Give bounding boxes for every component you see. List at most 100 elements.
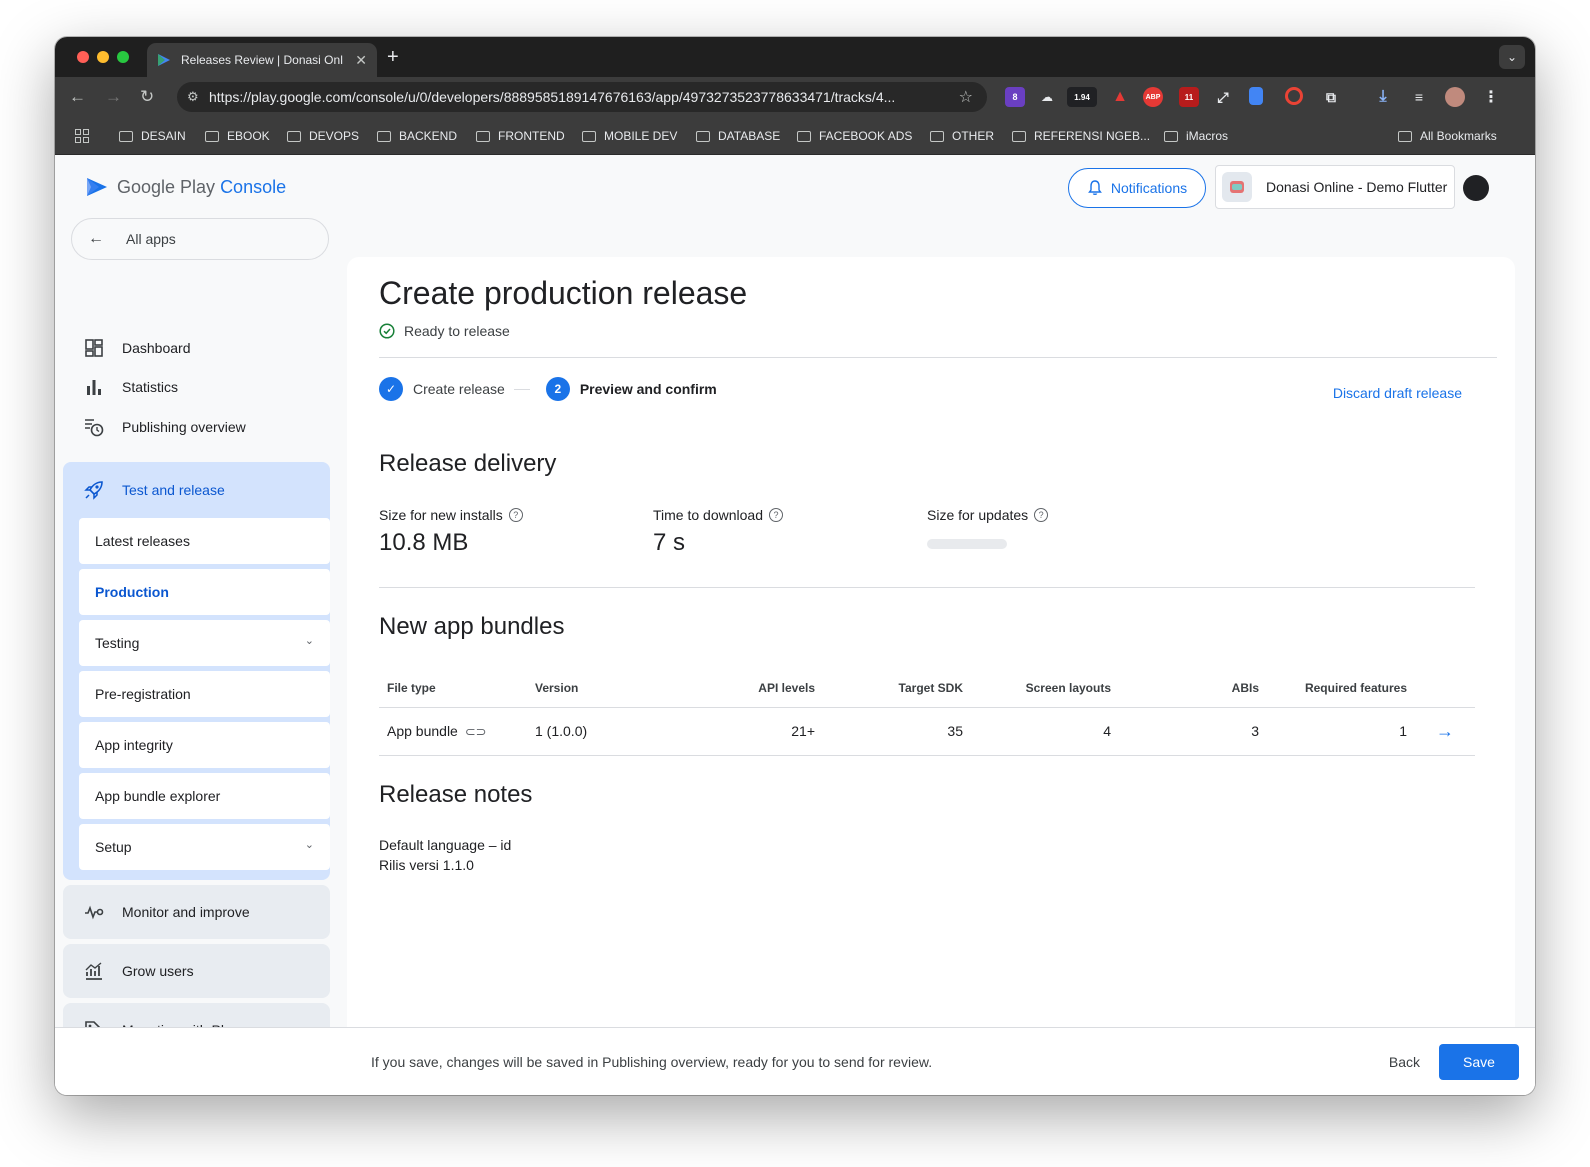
folder-icon: [582, 130, 596, 142]
google-play-console-logo[interactable]: Google Play Console: [85, 175, 286, 199]
browser-window: Releases Review | Donasi Onl ✕ + ⌄ ← → ↻…: [55, 37, 1535, 1095]
bookmark-folder[interactable]: EBOOK: [205, 129, 270, 143]
sidebar-item-app-integrity[interactable]: App integrity: [79, 722, 330, 768]
sidebar-item-statistics[interactable]: Statistics: [83, 376, 178, 398]
tab-search-button[interactable]: ⌄: [1499, 45, 1525, 69]
save-button[interactable]: Save: [1439, 1044, 1519, 1080]
media-control-icon[interactable]: ≡: [1409, 87, 1429, 107]
sidebar-item-pre-registration[interactable]: Pre-registration: [79, 671, 330, 717]
bookmark-folder[interactable]: DATABASE: [696, 129, 780, 143]
extensions-puzzle-icon[interactable]: ⧉: [1321, 87, 1341, 107]
bookmark-label: FRONTEND: [498, 129, 565, 143]
back-arrow-icon[interactable]: ←: [69, 87, 86, 107]
monitor-row: Monitor and improve: [83, 901, 250, 923]
bookmark-folder[interactable]: FRONTEND: [476, 129, 565, 143]
step-1-check-icon[interactable]: ✓: [379, 377, 403, 401]
cell-api-levels: 21+: [675, 707, 823, 756]
all-bookmarks-folder[interactable]: All Bookmarks: [1398, 129, 1497, 143]
arrow-right-icon[interactable]: →: [1415, 707, 1475, 756]
all-apps-label: All apps: [126, 231, 176, 247]
sidebar-item-production[interactable]: Production: [79, 569, 330, 615]
folder-icon: [476, 130, 490, 142]
updates-label: Size for updates: [927, 507, 1029, 523]
discard-draft-link[interactable]: Discard draft release: [1333, 385, 1462, 401]
bookmark-folder[interactable]: MOBILE DEV: [582, 129, 677, 143]
address-bar[interactable]: ⚙ https://play.google.com/console/u/0/de…: [177, 82, 987, 112]
site-settings-icon[interactable]: ⚙: [187, 89, 199, 105]
folder-icon: [287, 130, 301, 142]
minimize-window-button[interactable]: [97, 51, 109, 63]
all-apps-button[interactable]: ← All apps: [71, 218, 329, 260]
bookmark-folder[interactable]: OTHER: [930, 129, 994, 143]
step-2-number: 2: [545, 377, 570, 401]
profile-avatar-icon[interactable]: [1445, 87, 1465, 107]
testing-label: Testing: [95, 635, 140, 651]
app-icon: [1222, 172, 1252, 202]
table-row[interactable]: App bundle ⊂⊃ 1 (1.0.0) 21+ 35 4 3 1 →: [379, 707, 1475, 756]
browser-tab[interactable]: Releases Review | Donasi Onl ✕: [147, 43, 377, 77]
bookmark-folder[interactable]: FACEBOOK ADS: [797, 129, 912, 143]
account-avatar[interactable]: [1463, 175, 1489, 201]
bookmark-folder[interactable]: REFERENSI NGEB...: [1012, 129, 1150, 143]
sidebar-item-dashboard[interactable]: Dashboard: [83, 337, 191, 359]
sidebar-item-setup[interactable]: Setup ⌄: [79, 824, 330, 870]
release-stepper: ✓ Create release 2 Preview and confirm: [379, 377, 717, 401]
adblock-icon[interactable]: ABP: [1143, 87, 1163, 107]
help-icon[interactable]: ?: [1034, 508, 1049, 522]
bookmark-star-icon[interactable]: ☆: [959, 87, 973, 107]
bookmarks-bar: DESAIN EBOOK DEVOPS BACKEND FRONTEND MOBILE D…: [55, 117, 1535, 155]
download-icon[interactable]: ⤓: [1373, 87, 1393, 107]
back-button[interactable]: Back: [1389, 1054, 1420, 1070]
sidebar-item-grow-users[interactable]: Grow users: [63, 944, 330, 998]
sidebar-item-latest-releases[interactable]: Latest releases: [79, 518, 330, 564]
extension-cloud-icon[interactable]: ☁: [1037, 87, 1057, 107]
extension-doc-icon[interactable]: [1249, 87, 1263, 105]
sidebar-item-test-and-release[interactable]: Test and release: [83, 479, 225, 501]
close-window-button[interactable]: [77, 51, 89, 63]
sidebar-item-monitor-and-improve[interactable]: Monitor and improve: [63, 885, 330, 939]
folder-icon: [1398, 130, 1412, 142]
help-icon[interactable]: ?: [508, 508, 523, 522]
folder-icon: [1012, 130, 1026, 142]
app-selector[interactable]: Donasi Online - Demo Flutter: [1215, 165, 1455, 209]
play-console-logo-icon: [87, 178, 107, 196]
monitor-label: Monitor and improve: [122, 904, 250, 920]
bookmark-folder[interactable]: iMacros: [1164, 129, 1228, 143]
col-action: [1415, 669, 1475, 708]
notifications-button[interactable]: Notifications: [1068, 168, 1206, 208]
time-value: 7 s: [653, 529, 686, 556]
sidebar-item-publishing-overview[interactable]: Publishing overview: [83, 416, 246, 438]
expand-icon[interactable]: ⤢: [1213, 87, 1233, 107]
app-integrity-label: App integrity: [95, 737, 173, 753]
maximize-window-button[interactable]: [117, 51, 129, 63]
forward-arrow-icon[interactable]: →: [105, 87, 122, 107]
extension-11-icon[interactable]: 11: [1179, 87, 1199, 107]
bookmark-folder[interactable]: DEVOPS: [287, 129, 359, 143]
close-tab-icon[interactable]: ✕: [355, 52, 367, 69]
reload-icon[interactable]: ↻: [140, 87, 154, 107]
bar-chart-icon: [83, 376, 105, 398]
new-tab-button[interactable]: +: [387, 46, 399, 69]
bookmark-folder[interactable]: DESAIN: [119, 129, 186, 143]
release-notes-heading: Release notes: [379, 781, 533, 808]
apps-grid-icon[interactable]: [75, 129, 89, 143]
extension-8-icon[interactable]: 8: [1005, 87, 1025, 107]
sidebar-item-testing[interactable]: Testing ⌄: [79, 620, 330, 666]
extension-speed-icon[interactable]: 1.94: [1067, 87, 1097, 107]
browser-toolbar: ← → ↻ ⚙ https://play.google.com/console/…: [55, 77, 1535, 117]
col-file-type: File type: [379, 669, 527, 708]
cell-screen-layouts: 4: [971, 707, 1119, 756]
footer-message: If you save, changes will be saved in Pu…: [371, 1054, 933, 1070]
sidebar-item-app-bundle-explorer[interactable]: App bundle explorer: [79, 773, 330, 819]
extension-color-icon[interactable]: [1285, 87, 1303, 105]
bookmark-label: DEVOPS: [309, 129, 360, 143]
publishing-overview-icon: [83, 416, 105, 438]
bell-icon: [1087, 180, 1102, 195]
extension-triangle-icon[interactable]: ▲: [1110, 87, 1130, 107]
bookmark-folder[interactable]: BACKEND: [377, 129, 457, 143]
browser-menu-icon[interactable]: ⋮: [1481, 87, 1501, 107]
help-icon[interactable]: ?: [768, 508, 783, 522]
app-bundle-explorer-label: App bundle explorer: [95, 788, 221, 804]
step-1-label[interactable]: Create release: [413, 381, 505, 397]
tab-strip: Releases Review | Donasi Onl ✕ + ⌄: [55, 37, 1535, 77]
